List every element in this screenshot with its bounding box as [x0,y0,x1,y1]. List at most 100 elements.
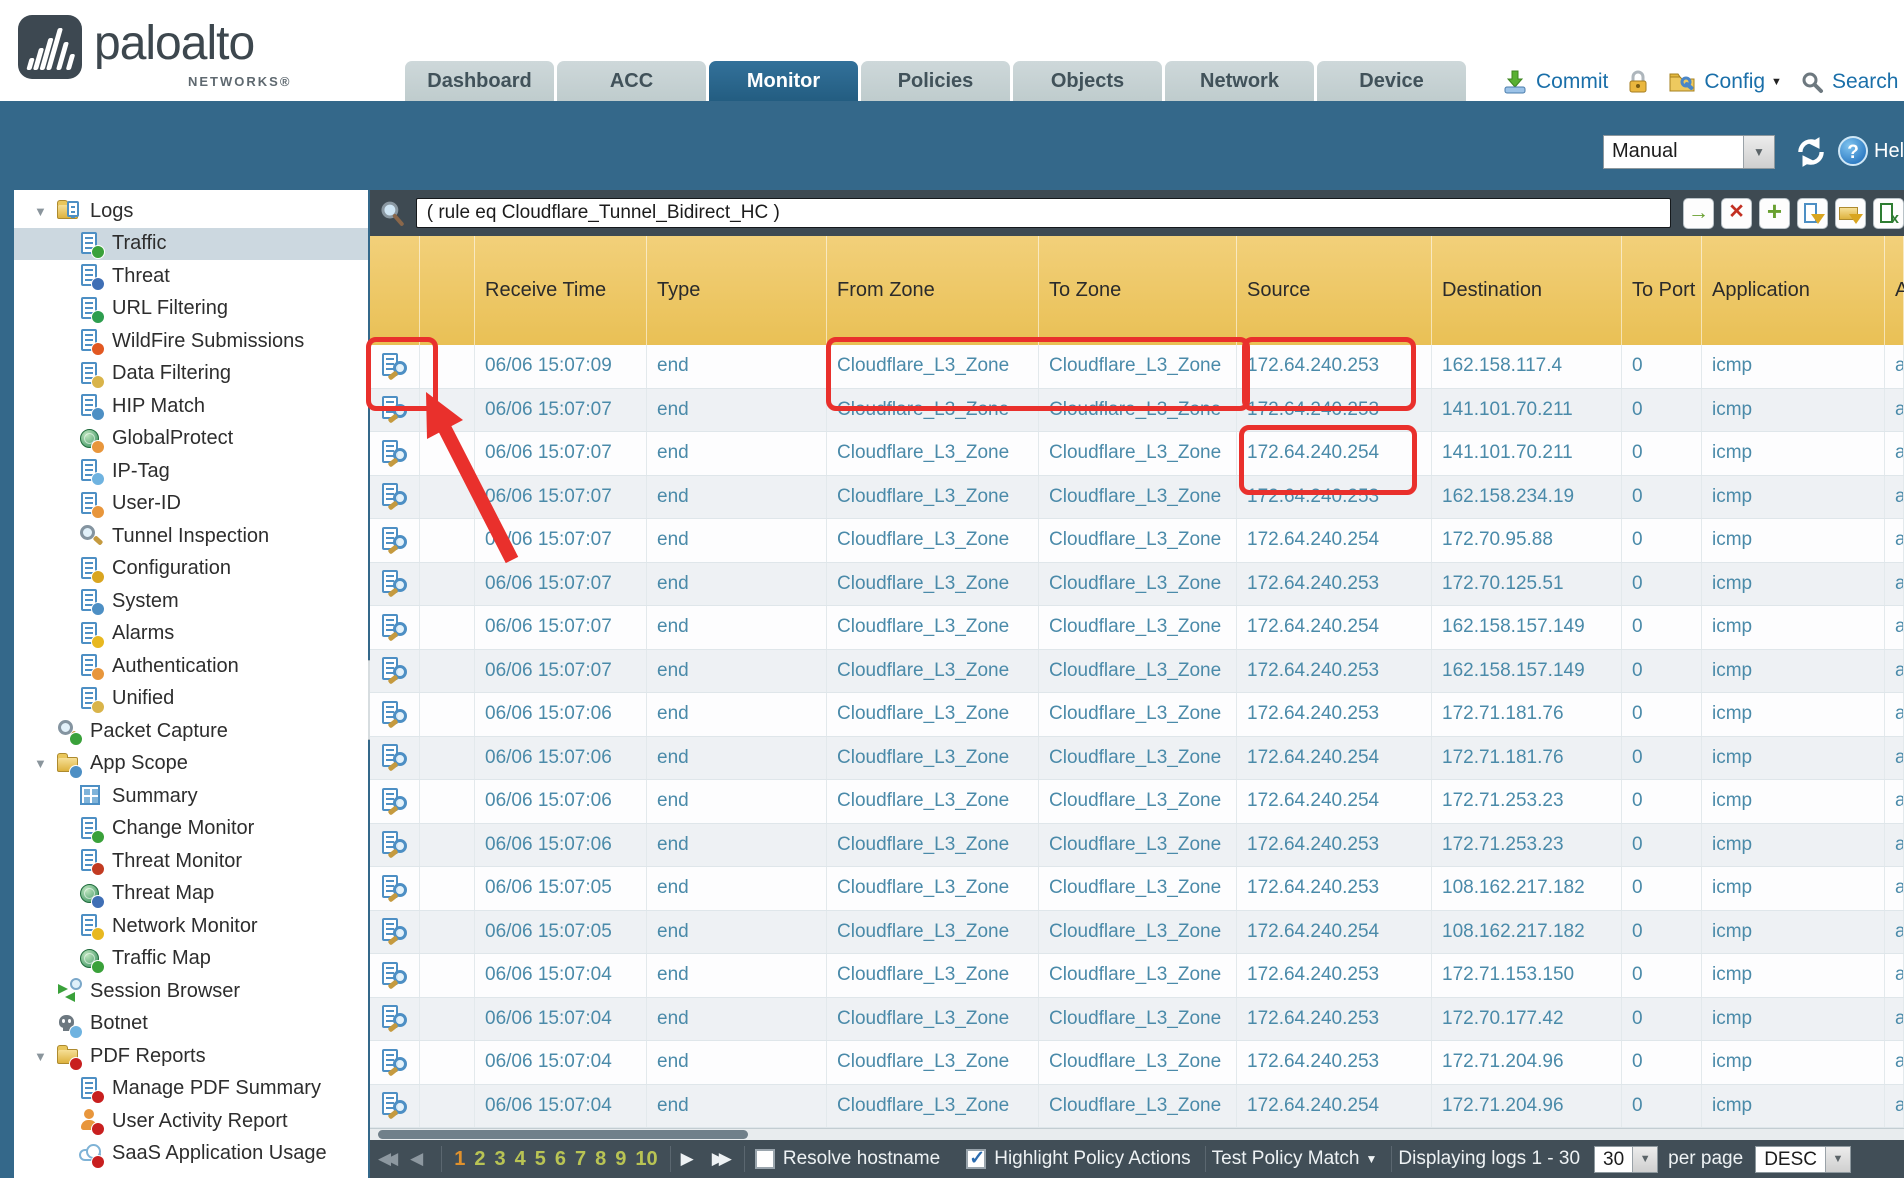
sidebar-item-botnet[interactable]: Botnet [14,1008,368,1041]
lock-icon[interactable] [1626,69,1650,95]
expand-arrow-icon[interactable]: ▼ [34,756,56,771]
log-detail-icon[interactable] [380,614,410,641]
refresh-icon[interactable] [1794,135,1828,169]
log-detail-cell[interactable] [370,519,420,562]
table-row[interactable]: 06/06 15:07:06endCloudflare_L3_ZoneCloud… [370,824,1904,868]
col-header-blank-1[interactable] [420,236,475,345]
page-number-4[interactable]: 4 [515,1148,526,1171]
log-detail-icon[interactable] [380,353,410,380]
refresh-mode-caret-icon[interactable]: ▼ [1743,136,1774,168]
sidebar-item-alarms[interactable]: Alarms [14,618,368,651]
table-row[interactable]: 06/06 15:07:04endCloudflare_L3_ZoneCloud… [370,954,1904,998]
highlight-policy-checkbox[interactable]: ✓ [966,1149,986,1169]
sidebar-item-threat-monitor[interactable]: Threat Monitor [14,845,368,878]
col-header-source[interactable]: Source [1237,236,1432,345]
col-header-application[interactable]: Application [1702,236,1885,345]
log-detail-icon[interactable] [380,831,410,858]
sidebar-item-saas-application-usage[interactable]: SaaS Application Usage [14,1138,368,1171]
sidebar-item-url-filtering[interactable]: URL Filtering [14,293,368,326]
last-page-button[interactable]: ▶▶ [712,1149,732,1169]
table-row[interactable]: 06/06 15:07:07endCloudflare_L3_ZoneCloud… [370,650,1904,694]
log-detail-cell[interactable] [370,867,420,910]
sidebar-item-session-browser[interactable]: Session Browser [14,975,368,1008]
col-header-type[interactable]: Type [647,236,827,345]
page-number-3[interactable]: 3 [494,1148,505,1171]
log-detail-cell[interactable] [370,1041,420,1084]
table-row[interactable]: 06/06 15:07:04endCloudflare_L3_ZoneCloud… [370,1085,1904,1129]
apply-filter-icon[interactable]: → [1683,198,1714,229]
log-detail-icon[interactable] [380,396,410,423]
log-detail-cell[interactable] [370,606,420,649]
table-row[interactable]: 06/06 15:07:07endCloudflare_L3_ZoneCloud… [370,606,1904,650]
log-detail-icon[interactable] [380,962,410,989]
log-detail-cell[interactable] [370,737,420,780]
log-detail-icon[interactable] [380,440,410,467]
page-number-5[interactable]: 5 [535,1148,546,1171]
resolve-hostname-checkbox[interactable] [755,1149,775,1169]
tab-acc[interactable]: ACC [557,61,706,101]
expand-arrow-icon[interactable]: ▼ [34,204,56,219]
log-detail-icon[interactable] [380,1049,410,1076]
log-detail-icon[interactable] [380,788,410,815]
log-detail-cell[interactable] [370,476,420,519]
tab-policies[interactable]: Policies [861,61,1010,101]
export-icon[interactable]: x [1873,198,1904,229]
col-header-from-zone[interactable]: From Zone [827,236,1039,345]
log-detail-cell[interactable] [370,650,420,693]
table-row[interactable]: 06/06 15:07:05endCloudflare_L3_ZoneCloud… [370,867,1904,911]
per-page-caret-icon[interactable]: ▼ [1632,1147,1657,1172]
sidebar-item-data-filtering[interactable]: Data Filtering [14,358,368,391]
log-detail-cell[interactable] [370,911,420,954]
horizontal-scrollbar[interactable] [370,1128,1904,1140]
next-page-button[interactable]: ▶ [681,1149,700,1169]
test-policy-caret-icon[interactable]: ▼ [1365,1152,1377,1166]
sidebar-item-pdf-reports[interactable]: ▼PDF Reports [14,1040,368,1073]
sidebar-item-packet-capture[interactable]: Packet Capture [14,715,368,748]
col-header-receive-time[interactable]: Receive Time [475,236,647,345]
log-detail-icon[interactable] [380,570,410,597]
page-number-10[interactable]: 10 [635,1148,657,1171]
sidebar-item-change-monitor[interactable]: Change Monitor [14,813,368,846]
table-row[interactable]: 06/06 15:07:06endCloudflare_L3_ZoneCloud… [370,693,1904,737]
search-icon[interactable] [1800,70,1824,94]
add-filter-icon[interactable]: + [1759,198,1790,229]
log-detail-icon[interactable] [380,527,410,554]
page-number-8[interactable]: 8 [595,1148,606,1171]
log-detail-cell[interactable] [370,345,420,388]
prev-page-button[interactable]: ◀ [410,1149,429,1169]
sidebar-item-system[interactable]: System [14,585,368,618]
sidebar-item-threat[interactable]: Threat [14,260,368,293]
log-detail-icon[interactable] [380,744,410,771]
sidebar-item-hip-match[interactable]: HIP Match [14,390,368,423]
log-detail-cell[interactable] [370,824,420,867]
log-detail-cell[interactable] [370,998,420,1041]
commit-icon[interactable] [1502,69,1528,95]
expand-arrow-icon[interactable]: ▼ [34,1049,56,1064]
log-detail-icon[interactable] [380,657,410,684]
per-page-select[interactable]: 30 ▼ [1594,1146,1658,1173]
test-policy-match-button[interactable]: Test Policy Match [1212,1148,1360,1170]
page-number-7[interactable]: 7 [575,1148,586,1171]
table-row[interactable]: 06/06 15:07:06endCloudflare_L3_ZoneCloud… [370,737,1904,781]
sidebar-item-traffic[interactable]: Traffic [14,228,368,261]
table-row[interactable]: 06/06 15:07:06endCloudflare_L3_ZoneCloud… [370,780,1904,824]
log-detail-cell[interactable] [370,780,420,823]
filter-builder-icon[interactable] [1797,198,1828,229]
sidebar-item-manage-pdf-summary[interactable]: Manage PDF Summary [14,1073,368,1106]
tab-device[interactable]: Device [1317,61,1466,101]
config-caret-icon[interactable]: ▼ [1771,76,1782,88]
log-detail-cell[interactable] [370,389,420,432]
sidebar-item-ip-tag[interactable]: IP-Tag [14,455,368,488]
log-detail-cell[interactable] [370,954,420,997]
scrollbar-thumb[interactable] [378,1130,748,1139]
log-detail-cell[interactable] [370,693,420,736]
sidebar-item-unified[interactable]: Unified [14,683,368,716]
table-row[interactable]: 06/06 15:07:07endCloudflare_L3_ZoneCloud… [370,476,1904,520]
filter-query-input[interactable] [416,198,1671,228]
table-row[interactable]: 06/06 15:07:07endCloudflare_L3_ZoneCloud… [370,432,1904,476]
log-detail-icon[interactable] [380,1005,410,1032]
page-number-6[interactable]: 6 [555,1148,566,1171]
load-filter-icon[interactable] [1835,198,1866,229]
col-header-to-zone[interactable]: To Zone [1039,236,1237,345]
log-detail-cell[interactable] [370,563,420,606]
